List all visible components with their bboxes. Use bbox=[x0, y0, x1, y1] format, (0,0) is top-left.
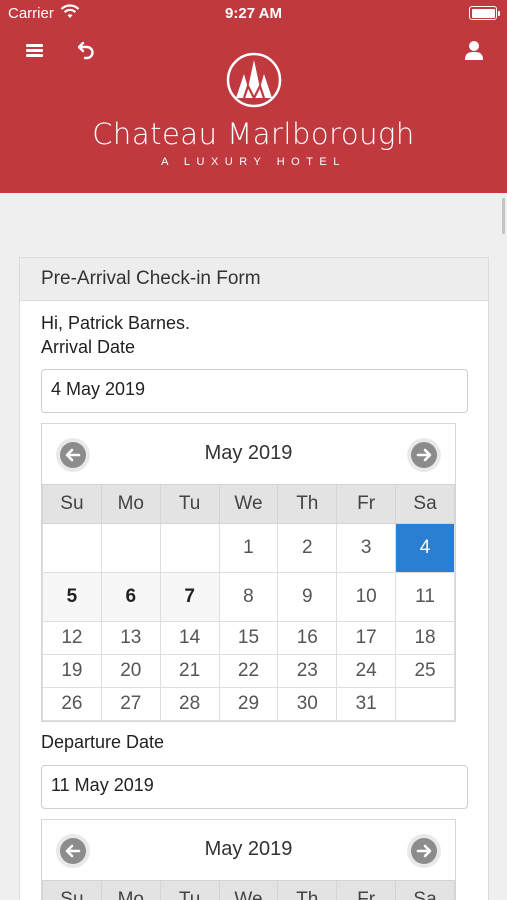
weekday-header: Su bbox=[42, 484, 102, 524]
day-cell[interactable]: 8 bbox=[218, 572, 279, 622]
arrival-date-input[interactable]: 4 May 2019 bbox=[41, 369, 468, 413]
day-cell[interactable]: 2 bbox=[277, 523, 338, 573]
hotel-logo bbox=[226, 52, 282, 108]
brand-tagline: A LUXURY HOTEL bbox=[161, 156, 346, 168]
weekday-header: Mo bbox=[100, 484, 161, 524]
day-cell[interactable]: 9 bbox=[277, 572, 338, 622]
day-cell[interactable]: 12 bbox=[42, 621, 102, 655]
day-cell[interactable]: 13 bbox=[100, 621, 161, 655]
empty-day-cell bbox=[395, 687, 455, 721]
weekday-header: Sa bbox=[395, 880, 455, 900]
arrow-right-icon bbox=[411, 838, 437, 864]
day-cell[interactable]: 5 bbox=[42, 572, 102, 622]
day-cell[interactable]: 10 bbox=[336, 572, 397, 622]
weekday-header: Th bbox=[277, 880, 338, 900]
day-cell[interactable]: 20 bbox=[100, 654, 161, 688]
day-cell[interactable]: 7 bbox=[159, 572, 220, 622]
weekday-header: Fr bbox=[336, 880, 397, 900]
day-cell[interactable]: 31 bbox=[336, 687, 397, 721]
calendar-week-row: 19 20 21 22 23 24 25 bbox=[42, 654, 455, 688]
empty-day-cell bbox=[159, 523, 220, 573]
day-cell[interactable]: 11 bbox=[395, 572, 455, 622]
calendar-week-row: 26 27 28 29 30 31 bbox=[42, 687, 455, 721]
day-cell[interactable]: 27 bbox=[100, 687, 161, 721]
day-cell[interactable]: 21 bbox=[159, 654, 220, 688]
status-time: 9:27 AM bbox=[225, 5, 282, 22]
day-cell[interactable]: 17 bbox=[336, 621, 397, 655]
day-cell[interactable]: 29 bbox=[218, 687, 279, 721]
day-cell[interactable]: 26 bbox=[42, 687, 102, 721]
day-cell[interactable]: 22 bbox=[218, 654, 279, 688]
app-header: Carrier 9:27 AM Chateau Marlborough A LU… bbox=[0, 0, 507, 193]
weekday-header: We bbox=[218, 880, 279, 900]
day-cell[interactable]: 28 bbox=[159, 687, 220, 721]
departure-calendar: May 2019 Su Mo Tu We Th Fr Sa bbox=[41, 819, 456, 900]
weekday-header: Mo bbox=[100, 880, 161, 900]
arrival-calendar: May 2019 Su Mo Tu We Th Fr Sa 1 2 3 4 5 … bbox=[41, 423, 456, 722]
weekday-header: Tu bbox=[159, 880, 220, 900]
undo-icon[interactable] bbox=[76, 39, 98, 61]
checkin-form-card: Pre-Arrival Check-in Form Hi, Patrick Ba… bbox=[19, 257, 489, 900]
weekday-header: Fr bbox=[336, 484, 397, 524]
greeting-text: Hi, Patrick Barnes. bbox=[41, 313, 191, 333]
scrollbar[interactable] bbox=[502, 198, 505, 234]
arrow-right-icon bbox=[411, 442, 437, 468]
day-cell[interactable]: 24 bbox=[336, 654, 397, 688]
next-month-button[interactable] bbox=[407, 834, 441, 868]
empty-day-cell bbox=[100, 523, 161, 573]
day-cell[interactable]: 14 bbox=[159, 621, 220, 655]
calendar-header: May 2019 bbox=[42, 424, 455, 484]
weekday-header: Su bbox=[42, 880, 102, 900]
calendar-week-row: 5 6 7 8 9 10 11 bbox=[42, 572, 455, 622]
calendar-header: May 2019 bbox=[42, 820, 455, 880]
day-cell[interactable]: 6 bbox=[100, 572, 161, 622]
menu-icon[interactable] bbox=[24, 40, 46, 60]
selected-day-cell[interactable]: 4 bbox=[395, 523, 455, 573]
battery-icon bbox=[469, 6, 500, 20]
calendar-grid: Su Mo Tu We Th Fr Sa bbox=[42, 880, 455, 900]
day-cell[interactable]: 30 bbox=[277, 687, 338, 721]
day-cell[interactable]: 3 bbox=[336, 523, 397, 573]
next-month-button[interactable] bbox=[407, 438, 441, 472]
weekday-header: We bbox=[218, 484, 279, 524]
day-cell[interactable]: 1 bbox=[218, 523, 279, 573]
calendar-week-row: 12 13 14 15 16 17 18 bbox=[42, 621, 455, 655]
weekday-header: Th bbox=[277, 484, 338, 524]
calendar-grid: Su Mo Tu We Th Fr Sa 1 2 3 4 5 6 7 8 9 10 11 12 13 14… bbox=[42, 484, 455, 721]
status-bar: Carrier 9:27 AM bbox=[0, 0, 507, 28]
user-icon[interactable] bbox=[463, 39, 485, 61]
arrival-date-label: Arrival Date bbox=[41, 337, 136, 357]
weekday-header: Tu bbox=[159, 484, 220, 524]
departure-date-input[interactable]: 11 May 2019 bbox=[41, 765, 468, 809]
day-cell[interactable]: 23 bbox=[277, 654, 338, 688]
brand-name: Chateau Marlborough bbox=[92, 117, 415, 151]
day-cell[interactable]: 16 bbox=[277, 621, 338, 655]
weekday-header: Sa bbox=[395, 484, 455, 524]
day-cell[interactable]: 15 bbox=[218, 621, 279, 655]
calendar-month-title: May 2019 bbox=[204, 838, 293, 860]
day-cell[interactable]: 25 bbox=[395, 654, 455, 688]
departure-date-label: Departure Date bbox=[41, 732, 165, 752]
empty-day-cell bbox=[42, 523, 102, 573]
day-cell[interactable]: 18 bbox=[395, 621, 455, 655]
calendar-week-row: 1234 bbox=[42, 523, 455, 573]
form-title: Pre-Arrival Check-in Form bbox=[20, 258, 488, 301]
day-cell[interactable]: 19 bbox=[42, 654, 102, 688]
calendar-month-title: May 2019 bbox=[204, 442, 293, 464]
